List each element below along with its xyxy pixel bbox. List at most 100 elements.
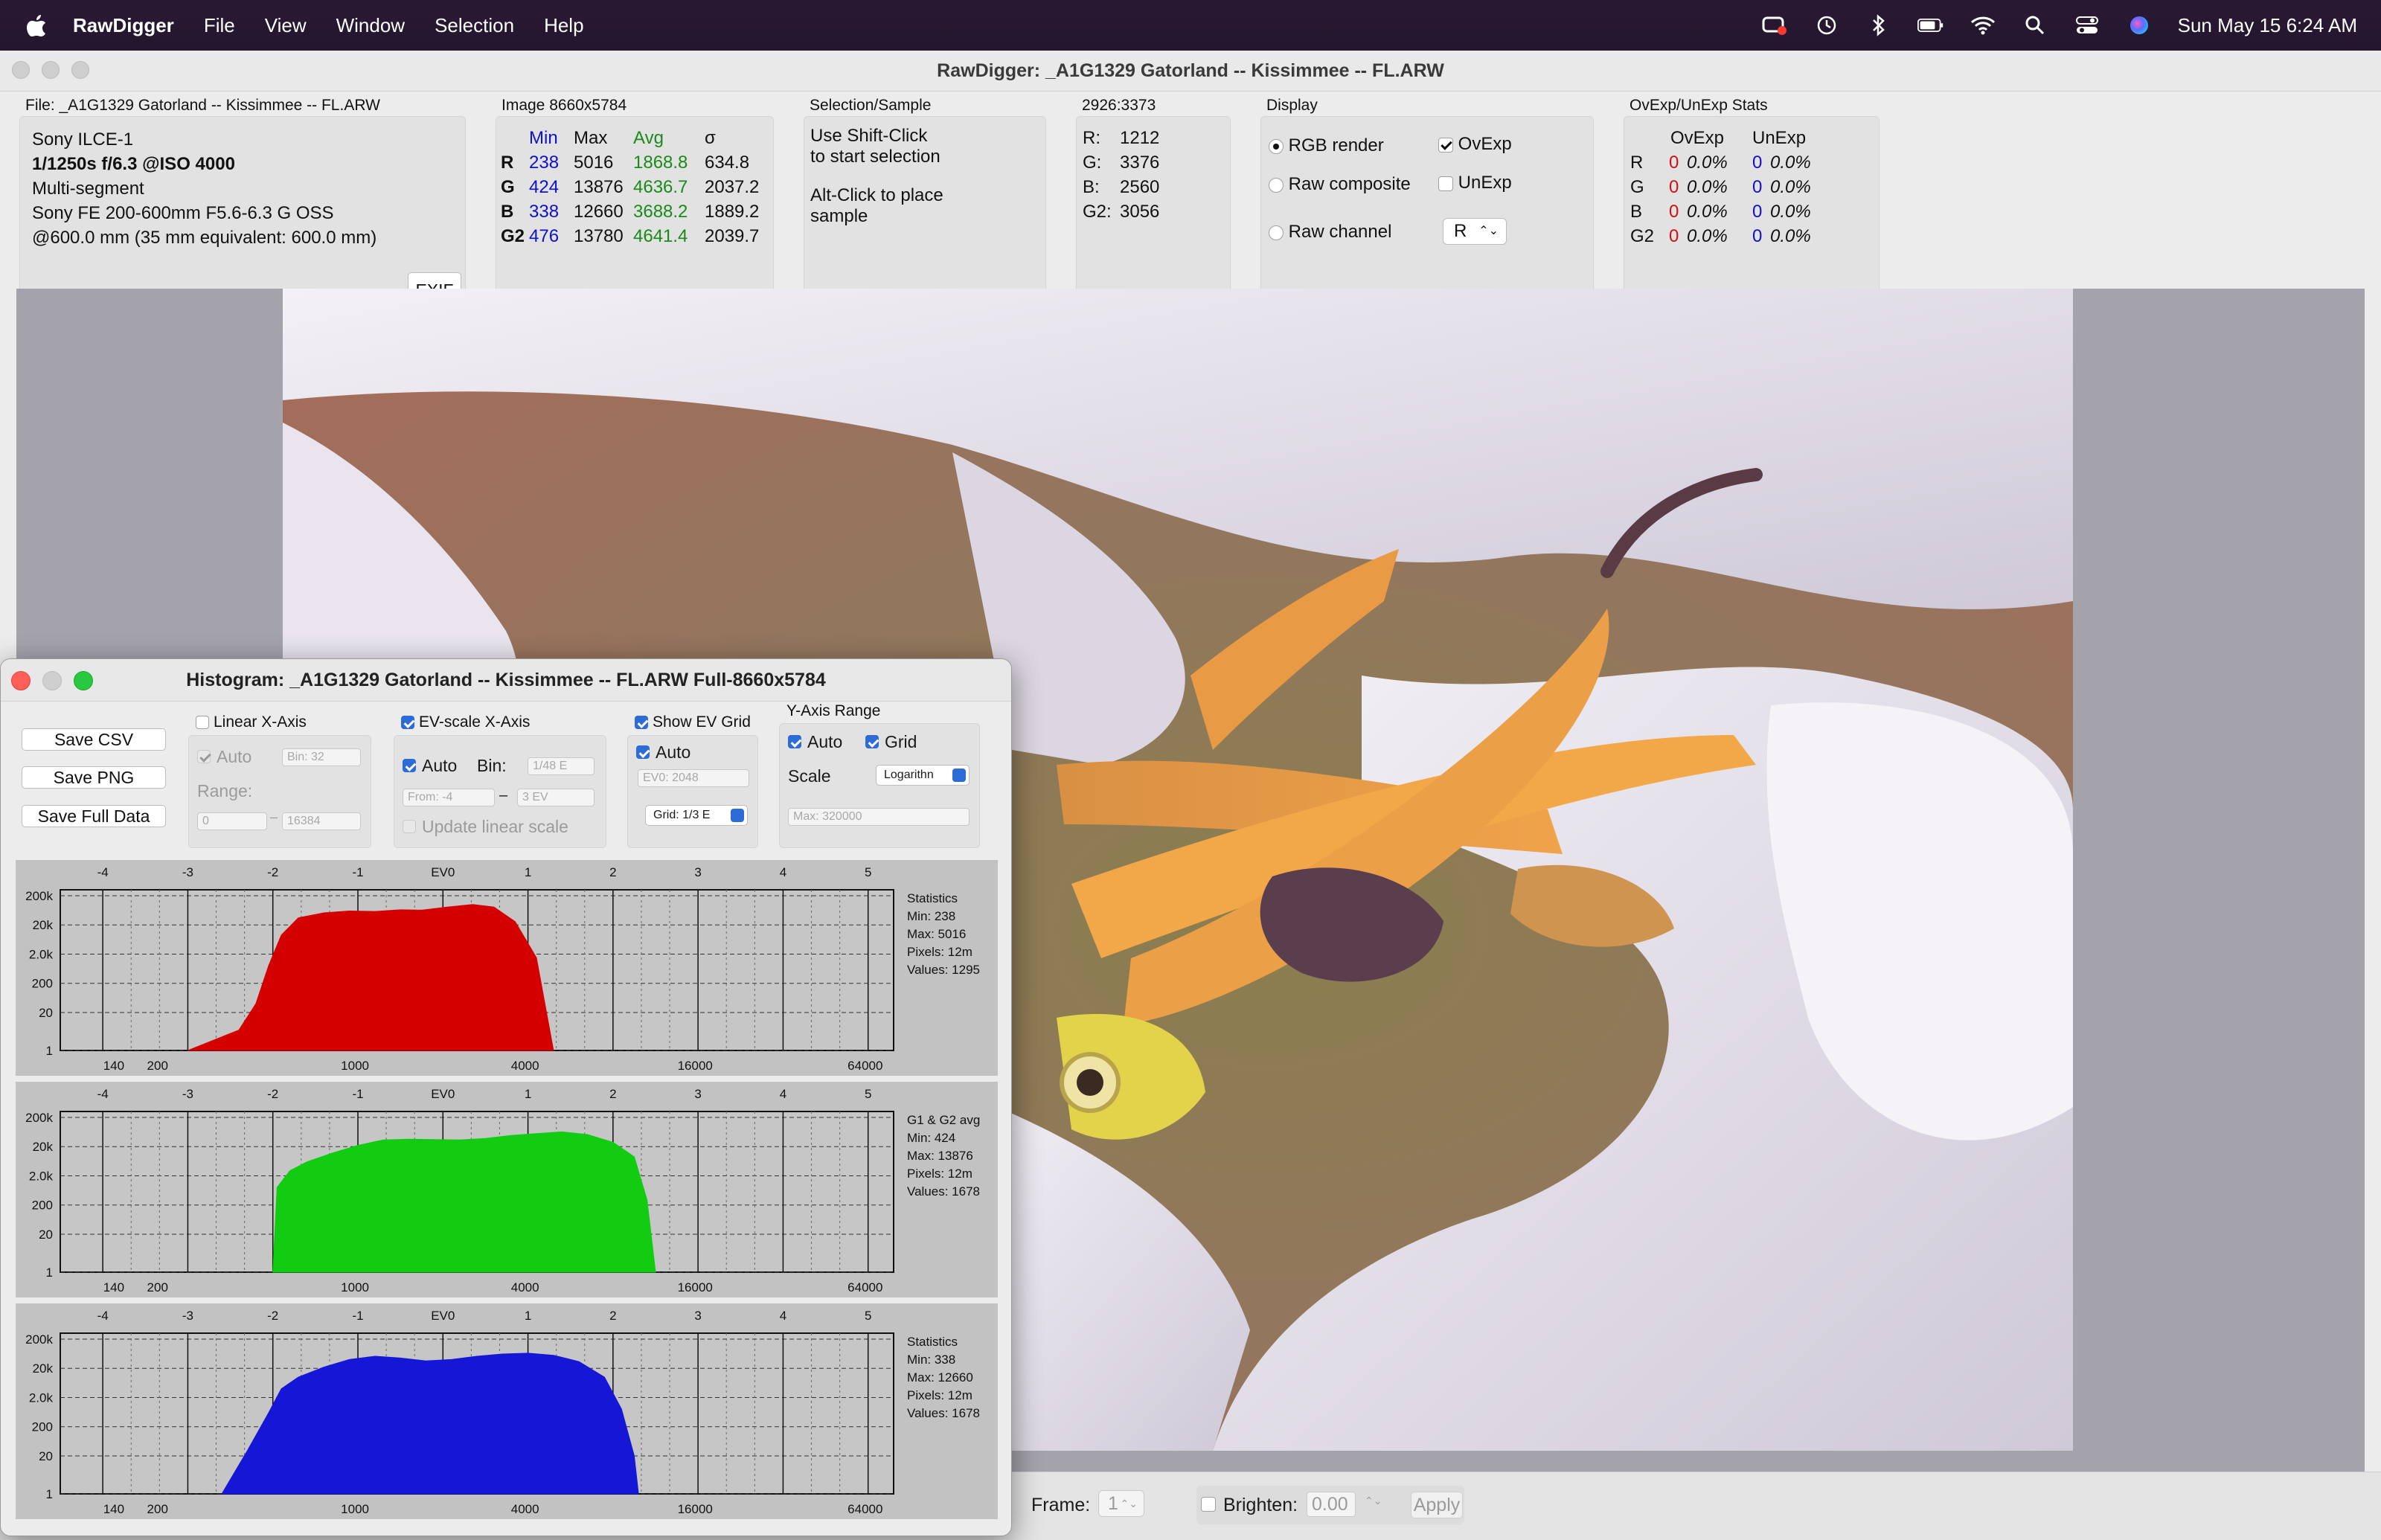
show-ev-grid-label: Show EV Grid (653, 713, 751, 731)
siri-icon[interactable] (2126, 14, 2153, 36)
brighten-checkbox[interactable] (1201, 1497, 1216, 1512)
wifi-icon[interactable] (1970, 14, 1996, 36)
y-axis-range-label: Y-Axis Range (786, 702, 881, 719)
screen-record-icon[interactable] (1761, 14, 1788, 36)
ovstats-un-cell: 0 (1752, 226, 1763, 246)
value-tick-label: 200 (147, 1280, 168, 1294)
menu-window[interactable]: Window (336, 14, 405, 37)
stats-title: Statistics (907, 1335, 958, 1349)
ovexp-stats-panel: OvExp UnExp R 0 0.0% 0 0.0% G 0 0.0% 0 0.0% B 0 0.0%… (1624, 116, 1880, 311)
sample-value: 3376 (1120, 153, 1160, 173)
brighten-stepper-icon[interactable]: ⌃⌄ (1365, 1495, 1382, 1507)
ev-from-input[interactable]: From: -4 (403, 789, 495, 806)
show-ev-grid-checkbox[interactable] (635, 716, 648, 729)
select-arrow-icon (731, 809, 744, 822)
stats-avg-cell: 4636.7 (633, 177, 688, 197)
y-tick-label: 2.0k (29, 1390, 54, 1405)
histogram-red-panel: -4 -3 -2 -1 EV0 1 2 3 4 5 200k 20k 2.0k 200 20 1 140 200 1… (16, 860, 998, 1076)
raw-channel-option[interactable]: Raw channel (1269, 219, 1391, 244)
stats-header-max: Max (574, 128, 608, 148)
brighten-input[interactable]: 0.00 (1307, 1492, 1356, 1517)
value-tick-label: 1000 (341, 1502, 369, 1516)
control-center-icon[interactable] (2074, 14, 2100, 36)
raw-composite-option[interactable]: Raw composite (1269, 172, 1411, 196)
time-machine-icon[interactable] (1813, 14, 1840, 36)
unexp-toggle[interactable]: UnExp (1438, 170, 1512, 195)
focal-length: @600.0 mm (35 mm equivalent: 600.0 mm) (32, 228, 377, 248)
ovexp-stats-label: OvExp/UnExp Stats (1629, 97, 1768, 114)
value-tick-label: 64000 (847, 1502, 882, 1516)
sample-channel-label: G: (1083, 153, 1102, 173)
stats-sd-cell: 2037.2 (705, 177, 760, 197)
raw-channel-radio[interactable] (1269, 225, 1284, 240)
stats-values: Values: 1678 (907, 1406, 980, 1420)
raw-composite-radio[interactable] (1269, 177, 1284, 193)
frame-stepper[interactable]: 1 ⌃⌄ (1098, 1490, 1144, 1517)
rgb-render-option[interactable]: RGB render (1269, 133, 1384, 158)
stats-values: Values: 1295 (907, 963, 980, 977)
ev-auto-checkbox[interactable] (403, 759, 416, 772)
ev-to-input[interactable]: 3 EV (517, 789, 595, 806)
menubar-clock[interactable]: Sun May 15 6:24 AM (2178, 14, 2357, 37)
ev-tick-label: -4 (97, 865, 109, 879)
battery-icon[interactable] (1917, 14, 1944, 36)
ovstats-unp-cell: 0.0% (1770, 153, 1811, 173)
ev-scale-checkbox[interactable] (401, 716, 414, 729)
ovexp-toggle[interactable]: OvExp (1438, 132, 1512, 156)
ev-tick-label: EV0 (431, 865, 455, 879)
menu-selection[interactable]: Selection (435, 14, 514, 37)
stats-min: Min: 238 (907, 909, 956, 923)
histogram-stats: G1 & G2 avg Min: 424 Max: 13876 Pixels: 12m… (907, 1111, 980, 1201)
linear-bin-input[interactable]: Bin: 32 (282, 748, 361, 766)
ev-grid-auto-checkbox[interactable] (636, 745, 650, 759)
ev0-input[interactable]: EV0: 2048 (638, 769, 749, 787)
linear-x-axis-checkbox[interactable] (196, 716, 209, 729)
bluetooth-icon[interactable] (1865, 14, 1892, 36)
y-grid-checkbox[interactable] (865, 735, 879, 748)
ovstats-ovp-cell: 0.0% (1687, 153, 1728, 173)
y-max-input[interactable]: Max: 320000 (788, 808, 970, 826)
value-tick-label: 140 (103, 1502, 124, 1516)
y-tick-label: 200k (25, 1111, 53, 1125)
spotlight-search-icon[interactable] (2022, 14, 2048, 36)
stats-pixels: Pixels: 12m (907, 1167, 972, 1181)
ovexp-checkbox[interactable] (1438, 137, 1453, 153)
save-csv-button[interactable]: Save CSV (22, 728, 166, 751)
save-full-data-button[interactable]: Save Full Data (22, 805, 166, 827)
frame-label: Frame: (1031, 1495, 1091, 1515)
rgb-render-radio[interactable] (1269, 138, 1284, 154)
stats-header-min: Min (529, 128, 558, 148)
stats-min-cell: 424 (529, 177, 560, 197)
grid-step-select[interactable]: Grid: 1/3 E (645, 805, 748, 826)
sample-channel-label: G2: (1083, 202, 1112, 222)
y-auto-checkbox[interactable] (788, 735, 801, 748)
ovstats-header-unexp: UnExp (1752, 128, 1807, 148)
y-tick-label: 1 (46, 1265, 53, 1280)
stats-ch-cell: G2 (501, 226, 525, 246)
raw-channel-select[interactable]: R ⌃⌄ (1443, 218, 1507, 245)
unexp-checkbox[interactable] (1438, 176, 1453, 191)
save-png-button[interactable]: Save PNG (22, 766, 166, 789)
range-to-input[interactable]: 16384 (282, 812, 361, 830)
apple-icon[interactable] (27, 14, 46, 36)
menu-file[interactable]: File (204, 14, 235, 37)
stats-sd-cell: 2039.7 (705, 226, 760, 246)
update-linear-checkbox[interactable] (403, 820, 416, 833)
ev-tick-label: -2 (267, 1087, 278, 1101)
value-tick-label: 4000 (511, 1502, 539, 1516)
ev-tick-label: EV0 (431, 1087, 455, 1101)
brighten-label: Brighten: (1223, 1495, 1298, 1515)
scale-select[interactable]: Logarithn (876, 765, 970, 786)
apply-button[interactable]: Apply (1411, 1492, 1463, 1518)
range-from-input[interactable]: 0 (197, 812, 267, 830)
menu-view[interactable]: View (265, 14, 307, 37)
menu-app-name[interactable]: RawDigger (73, 14, 174, 37)
linear-auto-checkbox[interactable] (197, 750, 211, 763)
ev-tick-label: 3 (694, 865, 701, 879)
ovstats-unp-cell: 0.0% (1770, 202, 1811, 222)
histogram-green-panel: -4 -3 -2 -1 EV0 1 2 3 4 5 200k 20k 2.0k 200 20 1 140 200 1… (16, 1082, 998, 1297)
menu-help[interactable]: Help (544, 14, 583, 37)
ovstats-ovp-cell: 0.0% (1687, 177, 1728, 197)
ev-bin-input[interactable]: 1/48 E (528, 757, 595, 775)
sample-channel-label: R: (1083, 128, 1100, 148)
